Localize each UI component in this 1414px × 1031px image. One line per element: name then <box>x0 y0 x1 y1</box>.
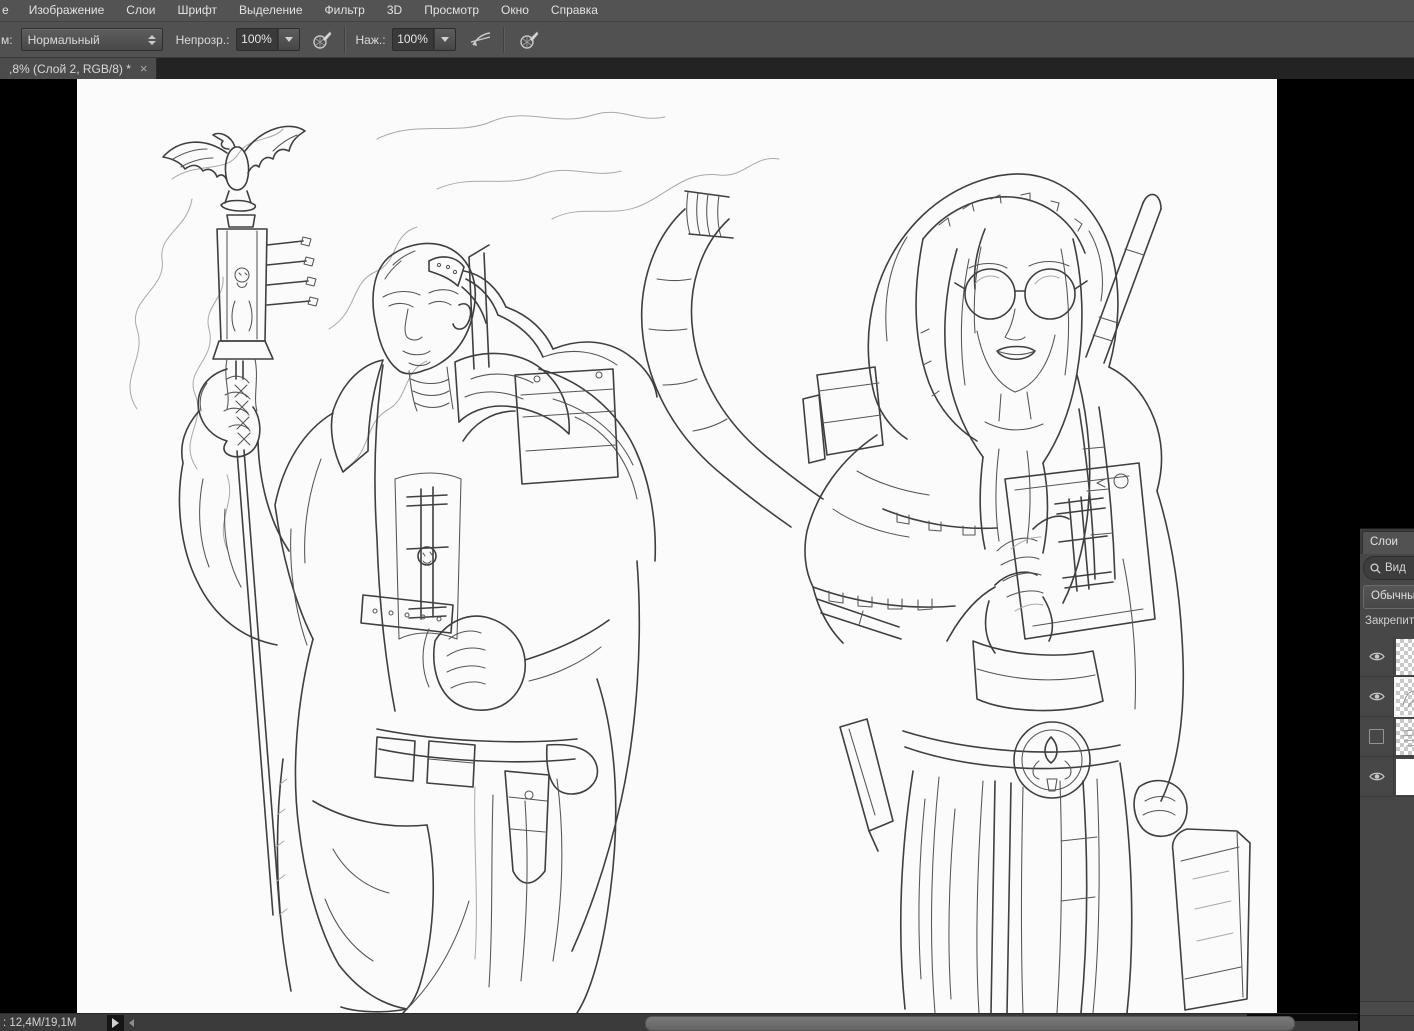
flow-dropdown-button[interactable] <box>434 28 456 51</box>
eye-icon <box>1369 651 1385 662</box>
layer-thumbnail[interactable] <box>1396 679 1414 715</box>
layer-row-3-hidden[interactable] <box>1360 717 1414 757</box>
tablet-pressure-size-icon[interactable] <box>469 28 493 52</box>
close-tab-icon[interactable]: × <box>140 62 148 75</box>
panel-footer-strip <box>1360 1001 1414 1015</box>
tablet-pressure-opacity-icon[interactable] <box>310 28 334 52</box>
visibility-toggle[interactable] <box>1360 637 1394 676</box>
tool-options-bar: м: Нормальный Непрозр.: 100% Наж.: 100% <box>0 22 1414 58</box>
flow-input[interactable]: 100% <box>392 28 434 51</box>
right-triangle-icon <box>112 1018 119 1028</box>
layer-filter-kind-label: Вид <box>1385 562 1406 574</box>
layers-panel-tab-strip: Слои <box>1360 529 1414 554</box>
sketch-adept-figure <box>642 174 1250 1013</box>
document-size-readout: : 12,4M/19,1M <box>3 1017 77 1029</box>
menu-layers[interactable]: Слои <box>115 0 166 21</box>
layer-row-4-background[interactable] <box>1360 757 1414 797</box>
menu-view[interactable]: Просмотр <box>413 0 490 21</box>
thumbnail-sketch-preview <box>1396 679 1414 715</box>
visibility-toggle[interactable] <box>1360 757 1394 796</box>
opacity-label: Непрозр.: <box>176 33 230 47</box>
menu-window[interactable]: Окно <box>490 0 540 21</box>
blend-mode-select[interactable]: Нормальный <box>21 28 163 51</box>
menu-bar: е Изображение Слои Шрифт Выделение Фильт… <box>0 0 1414 22</box>
visibility-toggle[interactable] <box>1360 677 1394 716</box>
layers-panel: Слои Вид Обычные Закрепить <box>1360 528 1414 1031</box>
menu-help[interactable]: Справка <box>540 0 609 21</box>
flow-field: 100% <box>392 28 456 51</box>
left-triangle-icon <box>129 1019 134 1027</box>
opacity-dropdown-button[interactable] <box>278 28 300 51</box>
layer-filter-type-dropdown[interactable]: Обычные <box>1363 585 1414 609</box>
layer-thumbnail[interactable] <box>1396 639 1414 675</box>
layer-filter-search[interactable]: Вид <box>1363 556 1414 580</box>
blend-mode-value: Нормальный <box>28 33 144 47</box>
opacity-input[interactable]: 100% <box>236 28 278 51</box>
separator <box>503 27 505 53</box>
horizontal-scrollbar-thumb[interactable] <box>645 1016 1295 1031</box>
tab-layers[interactable]: Слои <box>1362 531 1414 554</box>
menu-filter[interactable]: Фильтр <box>314 0 376 21</box>
layer-thumbnail[interactable] <box>1396 719 1414 755</box>
sketch-artwork <box>77 79 1277 1013</box>
layer-row-1[interactable] <box>1360 637 1414 677</box>
blend-mode-label: м: <box>1 33 13 47</box>
photoshop-window: е Изображение Слои Шрифт Выделение Фильт… <box>0 0 1414 1031</box>
empty-visibility-box <box>1369 729 1384 744</box>
menu-type[interactable]: Шрифт <box>166 0 227 21</box>
document-tab-bar: ,8% (Слой 2, RGB/8) * × <box>0 58 1414 79</box>
airbrush-icon[interactable] <box>517 28 541 52</box>
separator <box>344 27 346 53</box>
panel-footer-bar <box>1360 1015 1414 1031</box>
status-bar: : 12,4M/19,1M <box>0 1013 1358 1031</box>
menu-edit-truncated[interactable]: е <box>0 0 18 21</box>
menu-image[interactable]: Изображение <box>18 0 116 21</box>
visibility-toggle-off[interactable] <box>1360 717 1394 756</box>
menu-select[interactable]: Выделение <box>228 0 314 21</box>
eye-icon <box>1369 691 1385 702</box>
search-icon <box>1370 563 1381 574</box>
eye-icon <box>1369 771 1385 782</box>
status-flyout-button[interactable] <box>107 1015 124 1031</box>
document-tab[interactable]: ,8% (Слой 2, RGB/8) * × <box>0 58 157 79</box>
thumbnail-sketch-preview <box>1396 719 1414 755</box>
document-tab-title: ,8% (Слой 2, RGB/8) * <box>9 62 131 76</box>
pasteboard <box>0 79 1414 1013</box>
flow-label: Наж.: <box>356 33 386 47</box>
layer-list <box>1360 637 1414 797</box>
document-canvas[interactable] <box>77 79 1277 1013</box>
lock-label: Закрепить <box>1365 615 1414 627</box>
opacity-field: 100% <box>236 28 300 51</box>
layer-thumbnail[interactable] <box>1396 759 1414 795</box>
layer-row-2-selected[interactable] <box>1360 677 1414 717</box>
updown-arrows-icon <box>148 35 156 45</box>
menu-3d[interactable]: 3D <box>376 0 413 21</box>
sketch-staff <box>163 126 318 915</box>
